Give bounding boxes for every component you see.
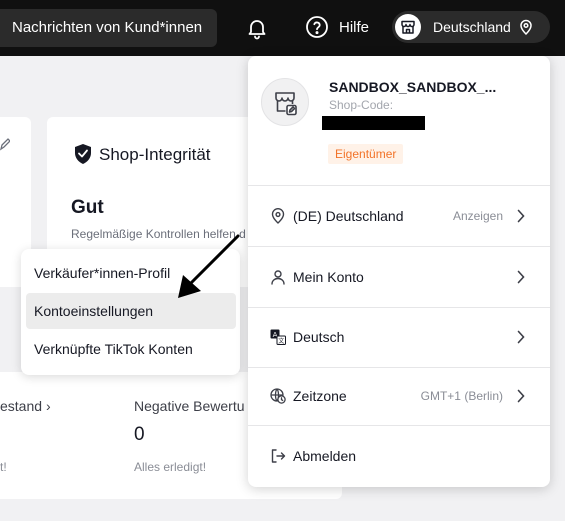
store-edit-icon — [275, 92, 297, 116]
menu-row-timezone[interactable]: Zeitzone GMT+1 (Berlin) — [248, 376, 550, 416]
shop-code-label: Shop-Code: — [329, 98, 394, 112]
menu-row-logout-label: Abmelden — [293, 448, 357, 464]
negative-reviews-label: Negative Bewertu — [134, 398, 245, 414]
submenu-item-linked-tiktok-accounts[interactable]: Verknüpfte TikTok Konten — [26, 331, 236, 367]
person-icon — [271, 270, 285, 285]
logout-icon — [271, 449, 286, 463]
owner-badge: Eigentümer — [328, 144, 404, 164]
account-dropdown-menu: SANDBOX_SANDBOX_... Shop-Code: Eigentüme… — [248, 56, 550, 487]
chevron-right-icon — [517, 389, 525, 403]
menu-row-timezone-meta: GMT+1 (Berlin) — [420, 389, 503, 403]
stock-stat-label: estand — [0, 398, 43, 414]
edit-icon — [0, 138, 10, 151]
menu-row-logout[interactable]: Abmelden — [248, 436, 550, 476]
bell-icon[interactable] — [245, 16, 269, 40]
region-label: Deutschland — [433, 19, 511, 35]
divider — [248, 367, 550, 368]
menu-row-language-label: Deutsch — [293, 329, 345, 345]
menu-row-my-account-label: Mein Konto — [293, 269, 364, 285]
divider — [248, 185, 550, 186]
divider — [248, 307, 550, 308]
shop-avatar — [261, 78, 309, 126]
chevron-right-icon — [517, 270, 525, 284]
account-region-button[interactable]: Deutschland — [392, 11, 550, 43]
stock-stat-subtext: t! — [0, 460, 7, 474]
help-link[interactable]: Hilfe — [339, 18, 369, 38]
location-pin-icon — [271, 208, 285, 224]
shop-integrity-title: Shop-Integrität — [99, 145, 211, 164]
negative-reviews-subtext: Alles erledigt! — [134, 460, 207, 474]
shop-code-redacted — [322, 116, 425, 130]
svg-text:文: 文 — [278, 337, 284, 345]
negative-reviews-value: 0 — [134, 424, 145, 445]
chevron-right-icon — [517, 330, 525, 344]
customer-messages-button[interactable]: Nachrichten von Kund*innen — [0, 9, 217, 47]
globe-clock-icon — [270, 388, 286, 404]
annotation-arrow-icon — [178, 234, 240, 298]
menu-row-region-label: (DE) Deutschland — [293, 208, 404, 224]
menu-row-language[interactable]: A 文 Deutsch — [248, 317, 550, 357]
translate-icon: A 文 — [270, 329, 286, 345]
store-icon — [395, 14, 421, 40]
chevron-right-icon — [517, 209, 525, 223]
divider — [248, 246, 550, 247]
chevron-right-icon: › — [45, 398, 51, 414]
menu-row-region[interactable]: (DE) Deutschland Anzeigen — [248, 196, 550, 236]
stock-stat-link[interactable]: estand › — [0, 398, 51, 414]
shop-integrity-status: Gut — [71, 197, 104, 218]
menu-row-region-meta: Anzeigen — [452, 209, 503, 223]
menu-row-timezone-label: Zeitzone — [293, 388, 347, 404]
shop-name: SANDBOX_SANDBOX_... — [329, 79, 497, 95]
menu-row-my-account[interactable]: Mein Konto — [248, 257, 550, 297]
shield-icon — [75, 144, 91, 164]
divider — [248, 425, 550, 426]
location-pin-icon — [520, 19, 532, 35]
help-icon[interactable] — [305, 15, 329, 39]
top-bar: Nachrichten von Kund*innen Hilfe Deutsch… — [0, 0, 565, 56]
